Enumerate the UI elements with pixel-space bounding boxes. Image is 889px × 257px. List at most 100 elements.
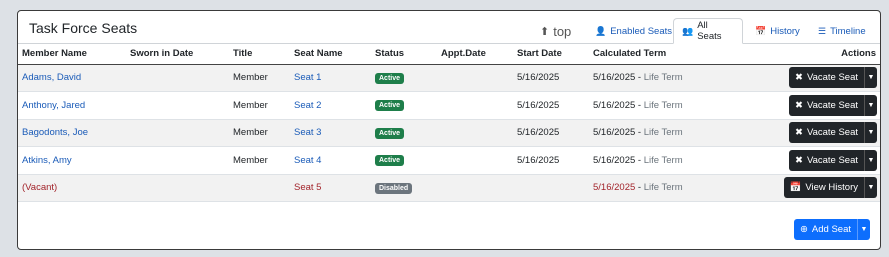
table-row: Anthony, Jared Member Seat 2 Active 5/16… bbox=[18, 91, 880, 120]
start-date: 5/16/2025 bbox=[513, 64, 589, 92]
table-row: Bagodonts, Joe Member Seat 3 Active 5/16… bbox=[18, 119, 880, 147]
seat-title bbox=[229, 174, 290, 202]
seat-name-link[interactable]: Seat 3 bbox=[294, 127, 321, 138]
sworn-in-date bbox=[126, 174, 229, 202]
seat-name-link[interactable]: Seat 2 bbox=[294, 100, 321, 111]
calendar-icon: 📅 bbox=[789, 182, 802, 194]
member-name-vacant: (Vacant) bbox=[22, 182, 58, 194]
seat-title: Member bbox=[229, 119, 290, 147]
add-seat-label: Add Seat bbox=[811, 224, 851, 235]
col-seat-name[interactable]: Seat Name bbox=[290, 44, 371, 65]
seat-name-link[interactable]: Seat 1 bbox=[294, 72, 321, 83]
col-actions: Actions bbox=[749, 44, 880, 65]
calendar-icon: 📅 bbox=[755, 25, 767, 36]
status-badge: Disabled bbox=[375, 182, 413, 194]
chevron-down-icon[interactable]: ▼ bbox=[864, 177, 877, 199]
tab-all-seats-label: All Seats bbox=[697, 20, 722, 42]
table-row: Atkins, Amy Member Seat 4 Active 5/16/20… bbox=[18, 146, 880, 175]
sworn-in-date bbox=[126, 119, 229, 147]
col-member-name[interactable]: Member Name bbox=[18, 44, 126, 65]
seats-panel: Task Force Seats ⬆ top 👤 Enabled Seats 👥… bbox=[17, 10, 881, 250]
tab-timeline-label: Timeline bbox=[830, 25, 866, 37]
seats-table: Member Name Sworn in Date Title Seat Nam… bbox=[18, 44, 880, 202]
status-badge: Active bbox=[375, 155, 405, 167]
member-name-link[interactable]: Atkins, Amy bbox=[22, 155, 72, 166]
term-separator: - bbox=[635, 127, 644, 139]
vacate-seat-button[interactable]: ✖ Vacate Seat bbox=[789, 150, 864, 171]
table-row: Adams, David Member Seat 1 Active 5/16/2… bbox=[18, 64, 880, 92]
term-date: 5/16/2025 bbox=[593, 154, 636, 166]
vacate-seat-split-button: ✖ Vacate Seat ▼ bbox=[788, 67, 877, 89]
view-history-button[interactable]: 📅 View History bbox=[784, 177, 864, 198]
member-name-link[interactable]: Adams, David bbox=[22, 72, 81, 83]
add-seat-wrapper: ⊕ Add Seat ▼ bbox=[793, 219, 870, 240]
calculated-term: 5/16/2025 - Life Term bbox=[589, 64, 749, 92]
status-badge: Active bbox=[375, 100, 405, 112]
sworn-in-date bbox=[126, 64, 229, 92]
term-date: 5/16/2025 bbox=[593, 127, 636, 139]
view-history-split-button: 📅 View History ▼ bbox=[783, 177, 877, 199]
appt-date bbox=[437, 146, 513, 175]
vacate-seat-label: Vacate Seat bbox=[806, 72, 858, 84]
vacate-seat-split-button: ✖ Vacate Seat ▼ bbox=[788, 149, 877, 171]
appt-date bbox=[437, 64, 513, 92]
arrow-up-circle-icon: ⬆ bbox=[540, 25, 550, 38]
col-start-date[interactable]: Start Date bbox=[513, 44, 589, 65]
term-date: 5/16/2025 bbox=[593, 182, 636, 194]
view-history-label: View History bbox=[805, 182, 858, 194]
seat-name-link[interactable]: Seat 5 bbox=[294, 182, 321, 193]
tab-history[interactable]: 📅 History bbox=[747, 18, 808, 44]
vacate-seat-split-button: ✖ Vacate Seat ▼ bbox=[788, 122, 877, 144]
term-separator: - bbox=[635, 72, 644, 84]
appt-date bbox=[437, 91, 513, 120]
member-name-link[interactable]: Anthony, Jared bbox=[22, 100, 85, 111]
member-name-link[interactable]: Bagodonts, Joe bbox=[22, 127, 88, 138]
start-date: 5/16/2025 bbox=[513, 119, 589, 147]
chevron-down-icon[interactable]: ▼ bbox=[864, 149, 877, 171]
col-status[interactable]: Status bbox=[371, 44, 437, 65]
term-type: Life Term bbox=[643, 154, 683, 166]
table-header-row: Member Name Sworn in Date Title Seat Nam… bbox=[18, 44, 880, 65]
tab-all-seats[interactable]: 👥 All Seats bbox=[673, 18, 743, 44]
calculated-term: 5/16/2025 - Life Term bbox=[589, 91, 749, 120]
calculated-term: 5/16/2025 - Life Term bbox=[589, 174, 749, 202]
add-seat-button[interactable]: ⊕ Add Seat bbox=[794, 219, 857, 240]
term-type: Life Term bbox=[643, 99, 683, 111]
tab-timeline[interactable]: ☰ Timeline bbox=[810, 18, 874, 44]
term-type: Life Term bbox=[643, 127, 683, 139]
vacate-seat-split-button: ✖ Vacate Seat ▼ bbox=[788, 94, 877, 116]
chevron-down-icon[interactable]: ▼ bbox=[864, 122, 877, 144]
tab-enabled-seats[interactable]: 👤 Enabled Seats bbox=[587, 18, 680, 44]
add-seat-split-button: ⊕ Add Seat ▼ bbox=[793, 219, 870, 240]
sworn-in-date bbox=[126, 91, 229, 120]
chevron-down-icon[interactable]: ▼ bbox=[864, 67, 877, 89]
plus-circle-icon: ⊕ bbox=[799, 224, 808, 235]
tab-top[interactable]: ⬆ top bbox=[532, 18, 579, 44]
chevron-down-icon[interactable]: ▼ bbox=[864, 94, 877, 116]
col-title[interactable]: Title bbox=[229, 44, 290, 65]
vacate-seat-button[interactable]: ✖ Vacate Seat bbox=[789, 95, 864, 116]
term-type: Life Term bbox=[643, 182, 683, 194]
tab-history-label: History bbox=[770, 25, 800, 37]
chevron-down-icon[interactable]: ▼ bbox=[857, 219, 870, 240]
panel-title: Task Force Seats bbox=[29, 20, 138, 36]
col-appt-date[interactable]: Appt.Date bbox=[437, 44, 513, 65]
sworn-in-date bbox=[126, 146, 229, 175]
calculated-term: 5/16/2025 - Life Term bbox=[589, 119, 749, 147]
term-date: 5/16/2025 bbox=[593, 99, 636, 111]
appt-date bbox=[437, 119, 513, 147]
vacate-seat-button[interactable]: ✖ Vacate Seat bbox=[789, 122, 864, 143]
calculated-term: 5/16/2025 - Life Term bbox=[589, 146, 749, 175]
user-icon: 👤 bbox=[595, 25, 607, 36]
col-calculated-term[interactable]: Calculated Term bbox=[589, 44, 749, 65]
col-sworn-in-date[interactable]: Sworn in Date bbox=[126, 44, 229, 65]
term-separator: - bbox=[635, 154, 644, 166]
x-icon: ✖ bbox=[794, 72, 803, 84]
seat-name-link[interactable]: Seat 4 bbox=[294, 155, 321, 166]
x-icon: ✖ bbox=[794, 154, 803, 166]
vacate-seat-label: Vacate Seat bbox=[806, 154, 858, 166]
term-separator: - bbox=[635, 182, 644, 194]
vacate-seat-button[interactable]: ✖ Vacate Seat bbox=[789, 67, 864, 88]
vacate-seat-label: Vacate Seat bbox=[806, 127, 858, 139]
term-date: 5/16/2025 bbox=[593, 72, 636, 84]
